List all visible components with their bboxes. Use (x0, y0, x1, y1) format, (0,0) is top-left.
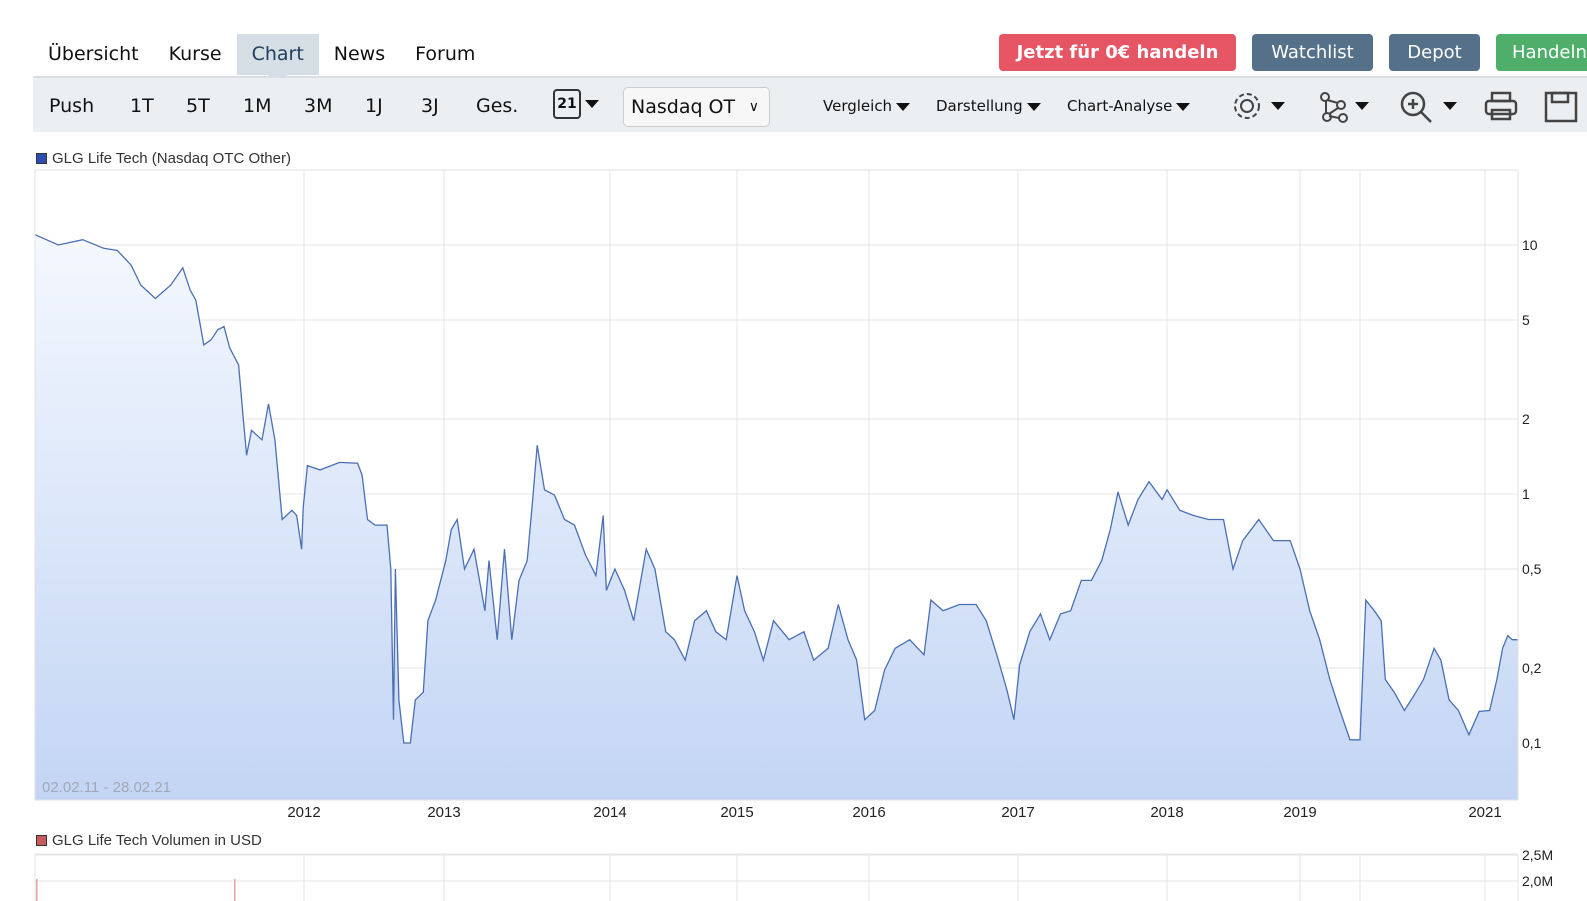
exchange-value: Nasdaq OT (631, 96, 736, 118)
range-1m[interactable]: 1M (243, 78, 271, 134)
y-tick-label: 0,1 (1522, 735, 1542, 751)
range-3m[interactable]: 3M (304, 78, 332, 134)
volume-legend: GLG Life Tech Volumen in USD (36, 832, 262, 849)
calendar-button[interactable]: 21 (553, 89, 599, 119)
range-1t[interactable]: 1T (130, 78, 154, 134)
main-tabs: Übersicht Kurse Chart News Forum (33, 34, 490, 85)
legend-swatch (36, 835, 47, 846)
exchange-select[interactable]: Nasdaq OT ∨ (623, 87, 770, 127)
x-tick-label: 2015 (720, 804, 753, 821)
x-tick-label: 2017 (1001, 804, 1034, 821)
y-tick-label: 0,5 (1522, 561, 1542, 577)
handeln-button[interactable]: Handeln (1496, 34, 1587, 71)
zoom-in-icon (1400, 91, 1432, 123)
legend-label: GLG Life Tech (Nasdaq OTC Other) (52, 150, 291, 167)
y-tick-label: 1 (1522, 486, 1530, 502)
volume-tick-label: 2,0M (1522, 873, 1553, 889)
chart-toolbar: Push 1T 5T 1M 3M 1J 3J Ges. 21 Nasdaq OT… (33, 76, 1587, 132)
print-button[interactable] (1483, 90, 1519, 127)
depot-button[interactable]: Depot (1389, 34, 1480, 71)
range-5t[interactable]: 5T (186, 78, 210, 134)
y-tick-label: 10 (1522, 237, 1538, 253)
trade-now-button[interactable]: Jetzt für 0€ handeln (999, 34, 1236, 71)
x-tick-label: 2012 (287, 804, 320, 821)
x-tick-label: 2016 (852, 804, 885, 821)
chart-analyse-menu[interactable]: Chart-Analyse (1067, 78, 1191, 134)
x-tick-label: 2018 (1150, 804, 1183, 821)
price-line (34, 234, 1518, 744)
gear-icon (1234, 93, 1260, 119)
watchlist-button[interactable]: Watchlist (1252, 34, 1373, 71)
range-push[interactable]: Push (49, 78, 94, 134)
range-1j[interactable]: 1J (365, 78, 383, 134)
save-button[interactable] (1543, 90, 1579, 129)
price-legend: GLG Life Tech (Nasdaq OTC Other) (36, 150, 291, 167)
legend-label: GLG Life Tech Volumen in USD (52, 832, 262, 849)
tab-uebersicht[interactable]: Übersicht (33, 34, 154, 75)
y-tick-label: 5 (1522, 312, 1530, 328)
tab-forum[interactable]: Forum (400, 34, 490, 75)
tab-kurse[interactable]: Kurse (154, 34, 237, 75)
chevron-down-icon: ∨ (748, 99, 759, 115)
zoom-button[interactable] (1399, 90, 1457, 131)
tab-news[interactable]: News (319, 34, 400, 75)
y-tick-label: 2 (1522, 411, 1530, 427)
darstellung-menu[interactable]: Darstellung (936, 78, 1041, 134)
chevron-down-icon (585, 100, 599, 108)
vergleich-menu[interactable]: Vergleich (823, 78, 911, 134)
volume-bar (234, 879, 236, 901)
legend-swatch (36, 153, 47, 164)
x-tick-label: 2019 (1283, 804, 1316, 821)
indicators-button[interactable] (1317, 90, 1369, 129)
price-area (35, 234, 1518, 800)
x-tick-label: 2014 (593, 804, 626, 821)
print-icon (1484, 91, 1518, 121)
volume-bar (36, 879, 38, 901)
y-tick-label: 0,2 (1522, 660, 1542, 676)
plot-frame (34, 169, 1519, 801)
save-icon (1544, 91, 1578, 123)
date-range-label: 02.02.11 - 28.02.21 (42, 779, 171, 796)
range-gesamt[interactable]: Ges. (476, 78, 518, 134)
volume-tick-label: 2,5M (1522, 847, 1553, 863)
x-tick-label: 2013 (427, 804, 460, 821)
price-chart[interactable]: 02.02.11 - 28.02.21 105210,50,20,12012 20… (0, 0, 1587, 901)
calendar-icon: 21 (553, 89, 581, 119)
x-tick-label: 2021 (1468, 804, 1501, 821)
network-icon (1320, 92, 1348, 123)
range-3j[interactable]: 3J (421, 78, 439, 134)
settings-button[interactable] (1231, 90, 1285, 127)
tab-chart[interactable]: Chart (236, 34, 319, 85)
